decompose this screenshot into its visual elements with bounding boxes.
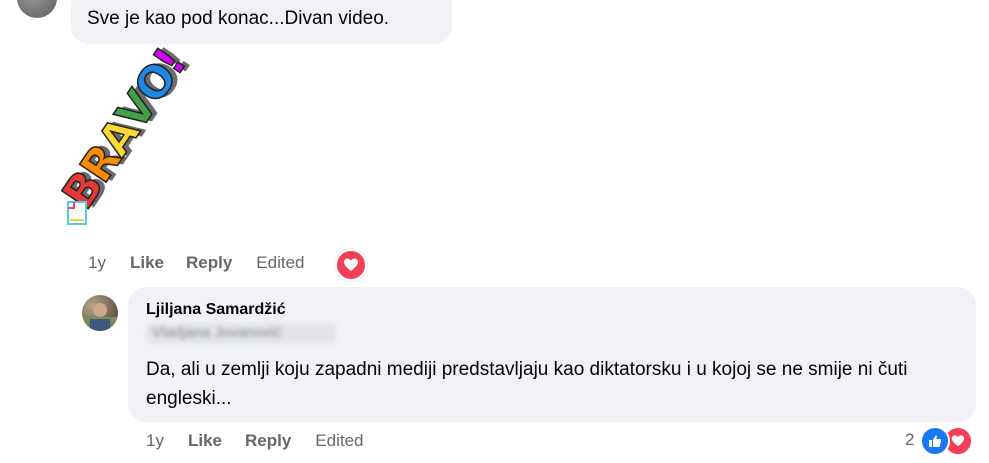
comment-bubble: Sve je kao pod konac...Divan video. <box>71 0 452 44</box>
love-reaction-icon[interactable] <box>335 249 367 281</box>
comment-time[interactable]: 1y <box>88 253 106 273</box>
comment-actions: 1y Like Reply Edited <box>88 253 305 273</box>
like-button[interactable]: Like <box>188 431 222 451</box>
tagged-user-mention[interactable]: Vladjana Jovanović <box>146 323 336 343</box>
comment-time[interactable]: 1y <box>146 431 164 451</box>
avatar[interactable] <box>17 0 57 18</box>
comment-actions: 1y Like Reply Edited <box>146 431 364 451</box>
tagged-user-name: Vladjana Jovanović <box>152 324 282 341</box>
comment-author[interactable]: Ljiljana Samardžić <box>146 301 286 319</box>
avatar[interactable] <box>82 295 118 331</box>
edited-label[interactable]: Edited <box>256 253 304 273</box>
bravo-sticker[interactable]: B R A V O! B R A V O ! <box>52 38 260 234</box>
like-reaction-icon[interactable] <box>920 426 950 456</box>
edited-label[interactable]: Edited <box>315 431 363 451</box>
reaction-count[interactable]: 2 <box>905 430 914 450</box>
comment-text: Sve je kao pod konac...Divan video. <box>87 8 390 29</box>
reply-button[interactable]: Reply <box>186 253 232 273</box>
comment-text: Da, ali u zemlji koju zapadni mediji pre… <box>146 359 908 409</box>
sticker-corner-icon <box>67 201 87 225</box>
reply-button[interactable]: Reply <box>245 431 291 451</box>
comment-bubble: Ljiljana Samardžić Vladjana Jovanović Da… <box>128 287 976 422</box>
like-button[interactable]: Like <box>130 253 164 273</box>
